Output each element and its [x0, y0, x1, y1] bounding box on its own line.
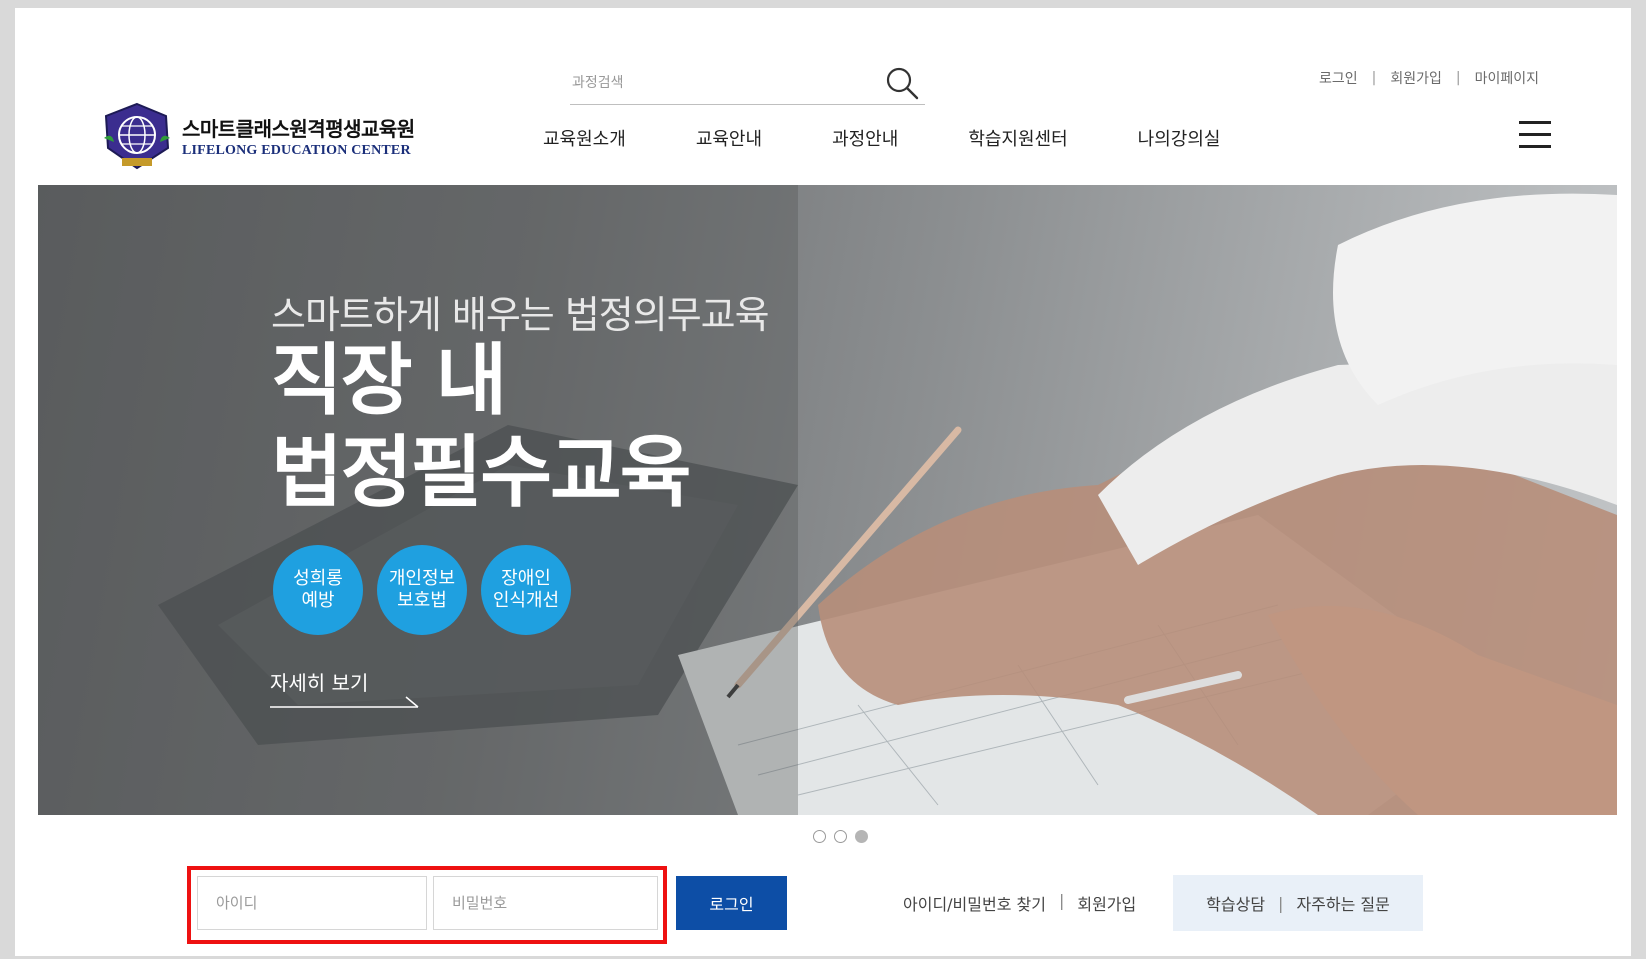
main-nav: 교육원소개 교육안내 과정안내 학습지원센터 나의강의실	[543, 125, 1290, 151]
utility-links: 로그인 | 회원가입 | 마이페이지	[1319, 68, 1539, 88]
hero-subtitle: 스마트하게 배우는 법정의무교육	[271, 293, 770, 337]
nav-item-about[interactable]: 교육원소개	[543, 125, 626, 151]
hero-title-line: 직장 내	[271, 336, 507, 426]
util-mypage-link[interactable]: 마이페이지	[1475, 68, 1539, 88]
nav-item-my-classroom[interactable]: 나의강의실	[1138, 125, 1221, 151]
menu-icon[interactable]	[1519, 121, 1551, 149]
slider-dot[interactable]	[813, 830, 826, 843]
slider-dot[interactable]	[834, 830, 847, 843]
separator: |	[1278, 893, 1284, 913]
arrow-right-icon	[270, 696, 419, 708]
logo-title-en: LIFELONG EDUCATION CENTER	[182, 143, 411, 158]
search-button[interactable]	[884, 65, 920, 101]
site-logo[interactable]: 스마트클래스원격평생교육원 LIFELONG EDUCATION CENTER	[102, 102, 415, 170]
course-search	[570, 60, 925, 105]
slider-pagination	[813, 830, 876, 843]
hero-banner: 스마트하게 배우는 법정의무교육 직장 내 법정필수교육 성희롱 예방 개인정보 보…	[38, 185, 1617, 815]
login-button[interactable]: 로그인	[676, 876, 787, 930]
join-link[interactable]: 회원가입	[1077, 891, 1136, 915]
badge-disability-awareness: 장애인 인식개선	[481, 545, 571, 635]
separator: |	[1455, 70, 1461, 86]
more-link[interactable]: 자세히 보기	[270, 667, 368, 696]
faq-link[interactable]: 자주하는 질문	[1296, 891, 1389, 915]
badge-sexual-harassment: 성희롱 예방	[273, 545, 363, 635]
topic-badges: 성희롱 예방 개인정보 보호법 장애인 인식개선	[273, 545, 585, 635]
util-join-link[interactable]: 회원가입	[1390, 68, 1442, 88]
logo-title-ko: 스마트클래스원격평생교육원	[182, 117, 415, 141]
id-field[interactable]	[197, 876, 427, 930]
search-icon	[886, 67, 919, 100]
globe-emblem-icon	[104, 102, 170, 170]
account-links: 아이디/비밀번호 찾기 | 회원가입	[903, 891, 1136, 915]
util-login-link[interactable]: 로그인	[1319, 68, 1358, 88]
badge-privacy-law: 개인정보 보호법	[377, 545, 467, 635]
separator: |	[1058, 891, 1065, 910]
nav-item-courses[interactable]: 과정안내	[832, 125, 898, 151]
hero-title: 직장 내 법정필수교육	[271, 335, 692, 519]
consult-link[interactable]: 학습상담	[1206, 891, 1265, 915]
nav-item-guide[interactable]: 교육안내	[696, 125, 762, 151]
slider-dot-active[interactable]	[855, 830, 868, 843]
separator: |	[1371, 70, 1377, 86]
page: 스마트클래스원격평생교육원 LIFELONG EDUCATION CENTER …	[15, 8, 1631, 956]
password-field[interactable]	[433, 876, 658, 930]
course-search-input[interactable]	[570, 70, 874, 96]
nav-item-support[interactable]: 학습지원센터	[968, 125, 1067, 151]
hero-title-line: 법정필수교육	[271, 428, 692, 518]
help-box: 학습상담 | 자주하는 질문	[1173, 875, 1423, 931]
find-id-password-link[interactable]: 아이디/비밀번호 찾기	[903, 891, 1046, 915]
